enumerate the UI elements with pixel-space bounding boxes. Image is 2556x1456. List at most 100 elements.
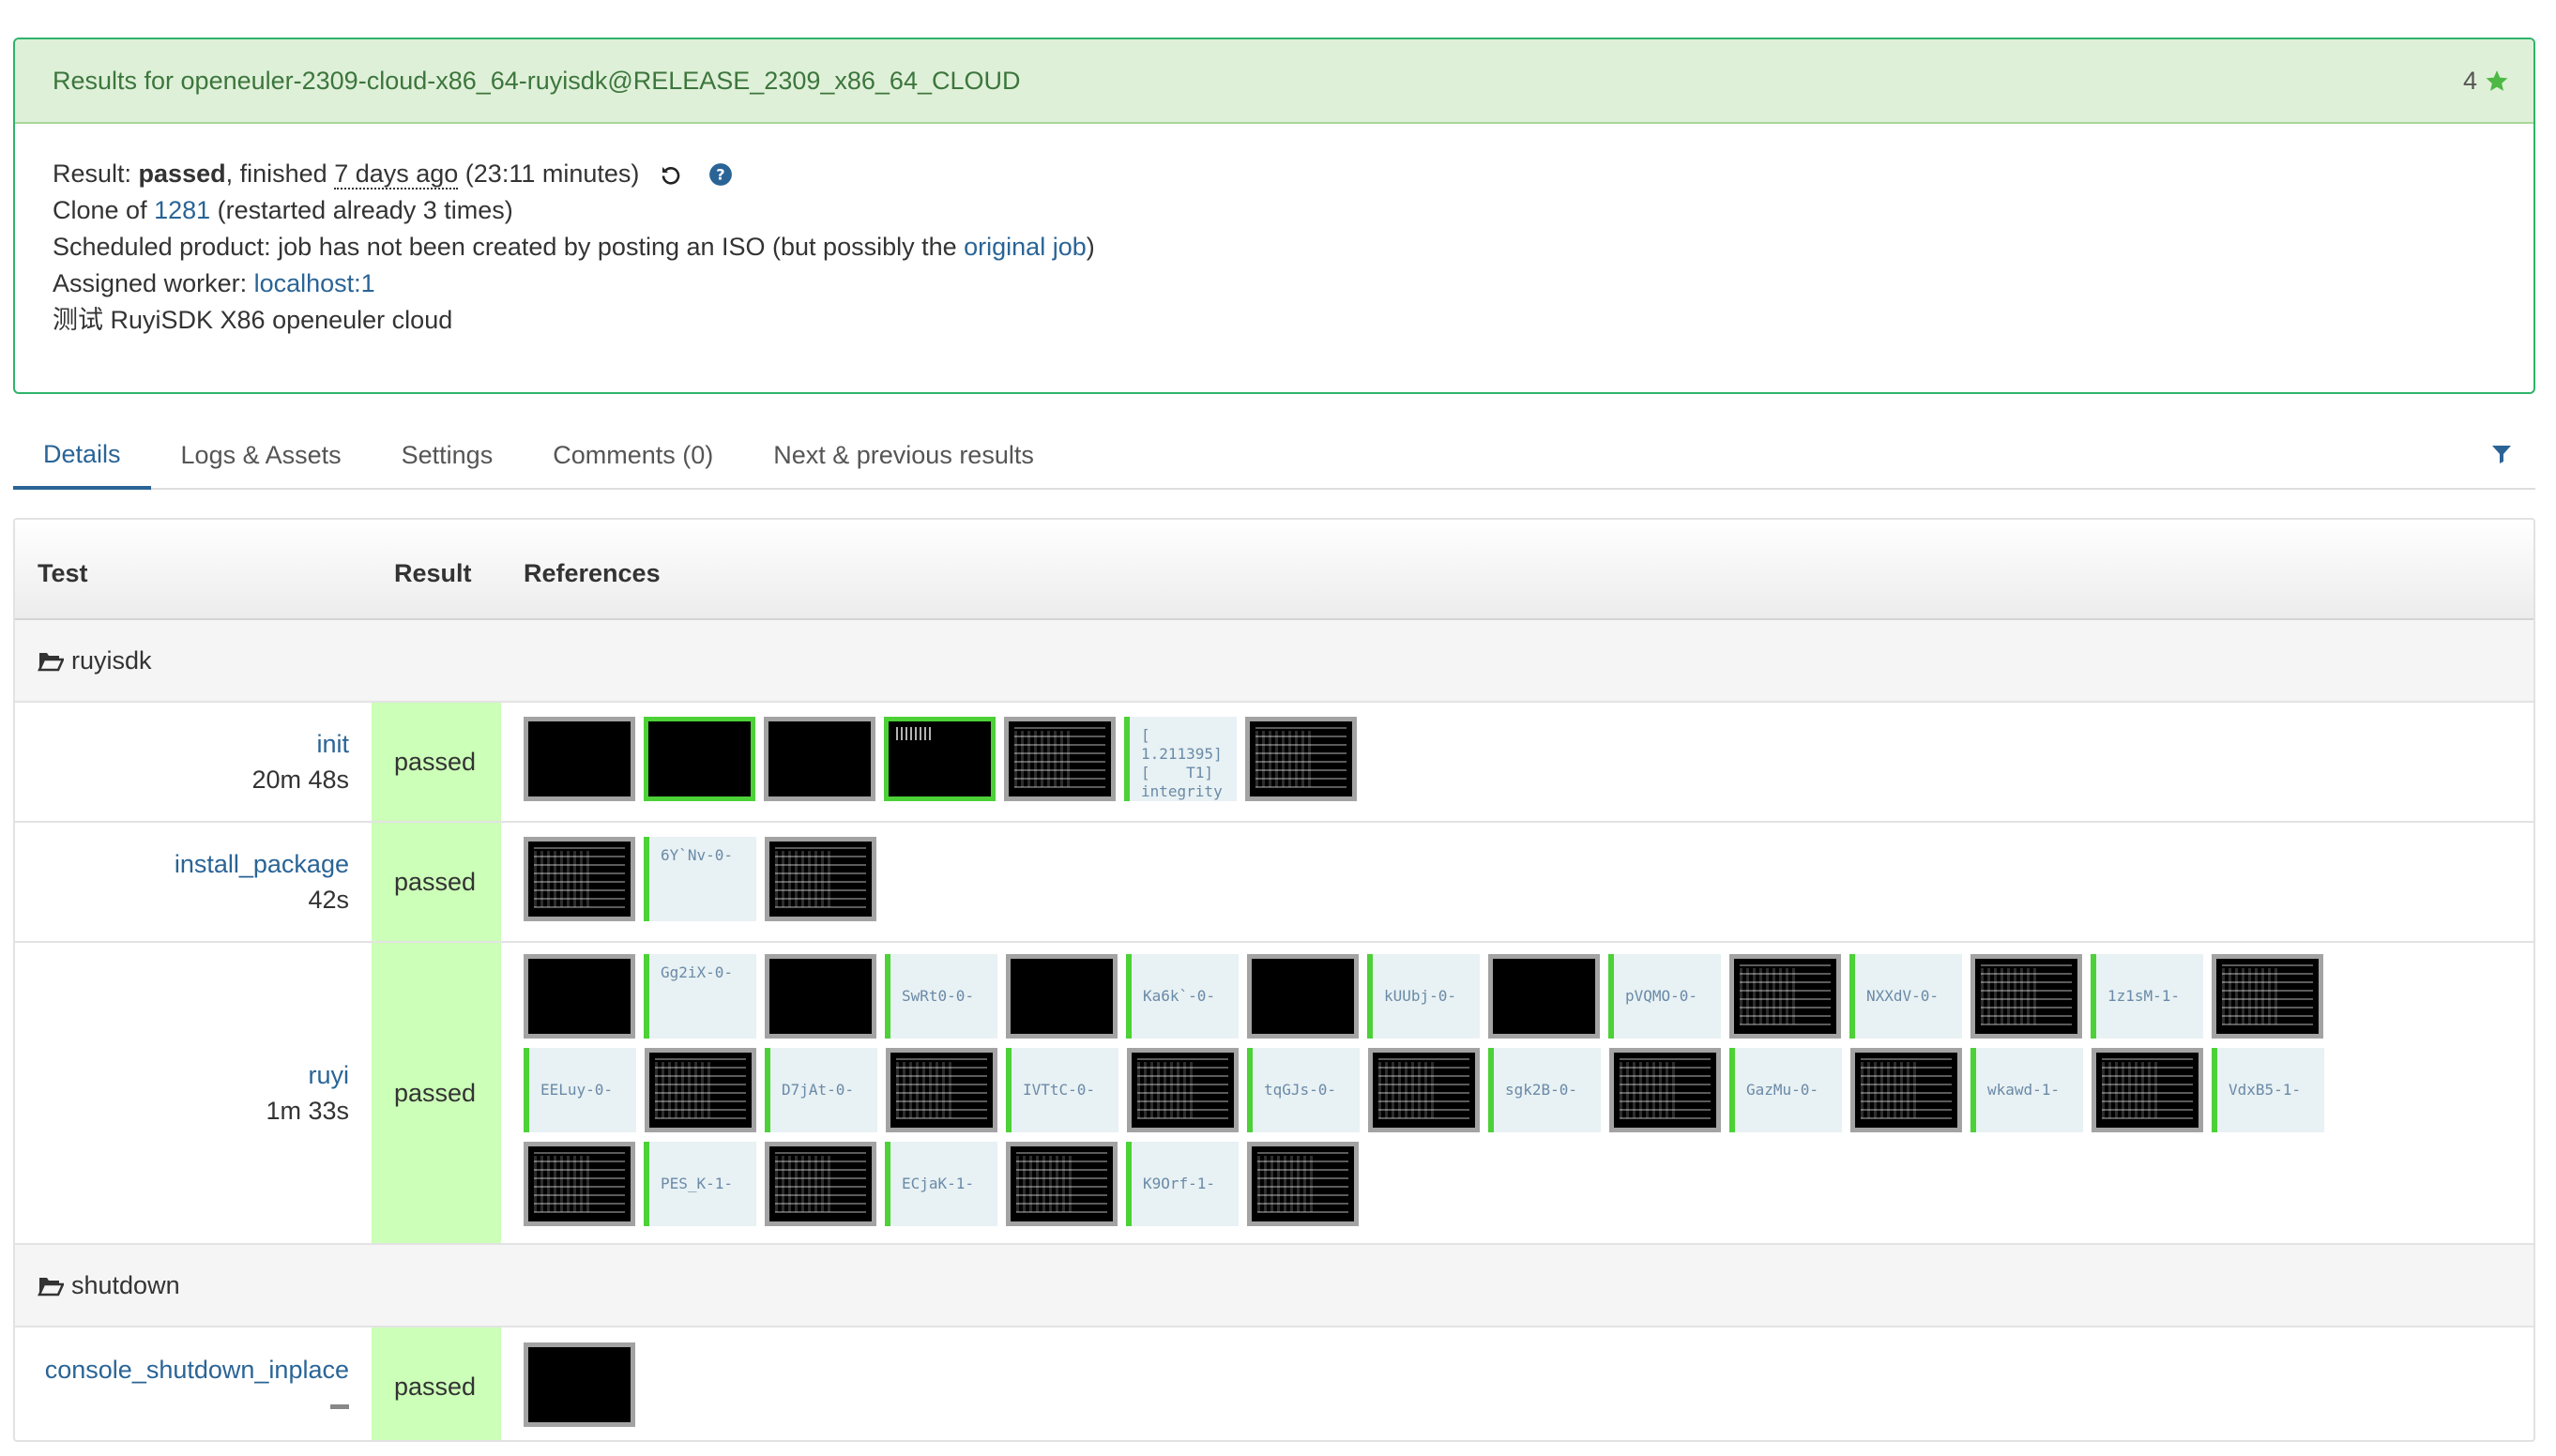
tab-logs-assets[interactable]: Logs & Assets — [151, 422, 372, 488]
log-snippet[interactable]: Gg2iX-0- — [644, 954, 756, 1039]
test-group-label[interactable]: ruyisdk — [38, 646, 2533, 675]
log-snippet[interactable]: pVQMO-0- — [1608, 954, 1721, 1039]
test-group-cell: shutdown — [15, 1243, 2533, 1327]
log-snippet[interactable]: 6Y`Nv-0- — [644, 837, 756, 921]
test-name-link[interactable]: install_package — [175, 850, 349, 878]
job-duration: (23:11 minutes) — [458, 159, 640, 188]
screenshot-thumbnail[interactable] — [1245, 717, 1357, 801]
screenshot-thumbnail[interactable] — [524, 1342, 635, 1427]
screenshot-thumbnail[interactable] — [2212, 954, 2323, 1039]
worker-link[interactable]: localhost:1 — [254, 269, 375, 297]
screenshot-thumbnail[interactable] — [524, 837, 635, 921]
references-list: 6Y`Nv-0- — [524, 835, 2438, 929]
log-snippet[interactable]: tqGJs-0- — [1247, 1048, 1360, 1132]
log-snippet[interactable]: PES_K-1- — [644, 1142, 756, 1226]
test-result-cell: passed — [372, 941, 501, 1244]
clone-prefix: Clone of — [53, 196, 155, 224]
clone-job-link[interactable]: 1281 — [154, 196, 210, 224]
screenshot-thumbnail[interactable] — [765, 837, 876, 921]
log-snippet[interactable]: EELuy-0- — [524, 1048, 636, 1132]
results-table: Test Result References ruyisdk init 20m 48… — [15, 520, 2533, 1440]
test-group-label[interactable]: shutdown — [38, 1271, 2533, 1300]
column-header-test[interactable]: Test — [15, 520, 372, 620]
test-duration: 42s — [308, 886, 349, 914]
original-job-link[interactable]: original job — [964, 233, 1087, 261]
log-snippet[interactable]: GazMu-0- — [1729, 1048, 1842, 1132]
filter-button[interactable] — [2490, 443, 2513, 472]
results-table-body: ruyisdk init 20m 48s passed [ 1.211395] [ T1… — [15, 618, 2533, 1440]
help-button[interactable]: ? — [708, 162, 733, 187]
test-name-cell: console_shutdown_inplace — [15, 1326, 372, 1440]
test-references-cell: 6Y`Nv-0- — [501, 821, 2533, 942]
no-duration-indicator — [330, 1403, 349, 1409]
screenshot-thumbnail[interactable] — [1247, 1142, 1359, 1226]
log-snippet[interactable]: K9Orf-1- — [1126, 1142, 1239, 1226]
restart-button[interactable] — [660, 163, 682, 186]
log-snippet[interactable]: wkawd-1- — [1970, 1048, 2083, 1132]
test-result-row: console_shutdown_inplace passed — [15, 1326, 2533, 1440]
table-header-row: Test Result References — [15, 520, 2533, 620]
log-snippet[interactable]: IVTtC-0- — [1006, 1048, 1118, 1132]
star-counter[interactable]: 4 — [2463, 67, 2509, 96]
screenshot-thumbnail[interactable] — [645, 1048, 756, 1132]
screenshot-thumbnail[interactable] — [765, 954, 876, 1039]
svg-text:?: ? — [717, 165, 725, 183]
tab-next-previous-results[interactable]: Next & previous results — [743, 422, 1064, 488]
log-snippet[interactable]: NXXdV-0- — [1849, 954, 1962, 1039]
log-snippet[interactable]: kUUbj-0- — [1367, 954, 1480, 1039]
test-result-row: install_package 42s passed 6Y`Nv-0- — [15, 821, 2533, 942]
column-header-references[interactable]: References — [501, 520, 2533, 620]
screenshot-thumbnail[interactable] — [1004, 717, 1116, 801]
screenshot-thumbnail[interactable] — [524, 717, 635, 801]
log-snippet[interactable]: sgk2B-0- — [1488, 1048, 1601, 1132]
screenshot-thumbnail[interactable] — [1609, 1048, 1721, 1132]
screenshot-thumbnail[interactable] — [884, 717, 996, 801]
screenshot-thumbnail[interactable] — [886, 1048, 997, 1132]
finished-prefix: , finished — [225, 159, 335, 188]
scheduled-prefix: Scheduled product: job has not been crea… — [53, 233, 965, 261]
screenshot-thumbnail[interactable] — [1006, 954, 1118, 1039]
screenshot-thumbnail[interactable] — [2092, 1048, 2203, 1132]
test-result-value: passed — [394, 1078, 477, 1107]
column-header-result[interactable]: Result — [372, 520, 501, 620]
screenshot-thumbnail[interactable] — [524, 1142, 635, 1226]
log-snippet[interactable]: Ka6k`-0- — [1126, 954, 1239, 1039]
tab-settings[interactable]: Settings — [372, 422, 524, 488]
screenshot-thumbnail[interactable] — [1127, 1048, 1239, 1132]
test-references-cell — [501, 1326, 2533, 1440]
test-result-value: passed — [394, 747, 477, 776]
screenshot-thumbnail[interactable] — [765, 1142, 876, 1226]
restart-icon — [662, 166, 680, 185]
screenshot-thumbnail[interactable] — [644, 717, 755, 801]
test-references-cell: Gg2iX-0- SwRt0-0- Ka6k`-0- kUUbj-0- pVQMO-0-… — [501, 941, 2533, 1244]
screenshot-thumbnail[interactable] — [1850, 1048, 1962, 1132]
test-name-link[interactable]: init — [316, 730, 349, 758]
test-name-link[interactable]: ruyi — [308, 1061, 349, 1089]
results-title: Results for openeuler-2309-cloud-x86_64-… — [53, 66, 1021, 95]
screenshot-thumbnail[interactable] — [1488, 954, 1600, 1039]
test-result-cell: passed — [372, 821, 501, 942]
log-snippet[interactable]: D7jAt-0- — [765, 1048, 877, 1132]
worker-line: Assigned worker: localhost:1 — [53, 265, 2496, 302]
screenshot-thumbnail[interactable] — [1729, 954, 1841, 1039]
screenshot-thumbnail[interactable] — [1006, 1142, 1118, 1226]
screenshot-thumbnail[interactable] — [1970, 954, 2082, 1039]
log-snippet[interactable]: 1z1sM-1- — [2091, 954, 2203, 1039]
test-result-cell: passed — [372, 1326, 501, 1440]
scheduled-suffix: ) — [1086, 233, 1095, 261]
tab-comments[interactable]: Comments (0) — [523, 422, 743, 488]
log-snippet[interactable]: [ 1.211395] [ T1] integrity — [1124, 717, 1237, 801]
test-name-link[interactable]: console_shutdown_inplace — [45, 1356, 349, 1384]
references-list: [ 1.211395] [ T1] integrity — [524, 715, 2438, 809]
folder-open-icon — [38, 1278, 64, 1297]
screenshot-thumbnail[interactable] — [524, 954, 635, 1039]
test-name-cell: init 20m 48s — [15, 701, 372, 822]
log-snippet[interactable]: VdxB5-1- — [2212, 1048, 2324, 1132]
worker-prefix: Assigned worker: — [53, 269, 254, 297]
log-snippet[interactable]: SwRt0-0- — [885, 954, 997, 1039]
tab-details[interactable]: Details — [13, 422, 151, 490]
screenshot-thumbnail[interactable] — [1368, 1048, 1480, 1132]
log-snippet[interactable]: ECjaK-1- — [885, 1142, 997, 1226]
screenshot-thumbnail[interactable] — [1247, 954, 1359, 1039]
screenshot-thumbnail[interactable] — [764, 717, 875, 801]
